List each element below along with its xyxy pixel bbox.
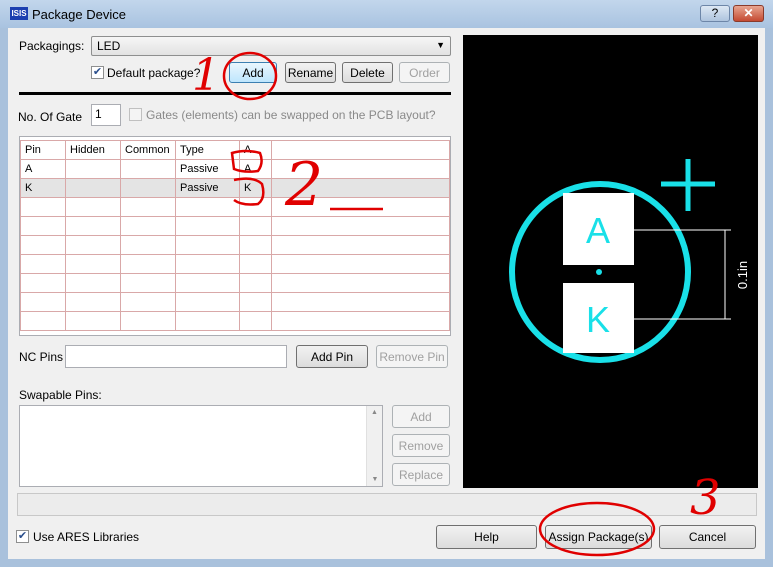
annotation-3: 3 (690, 470, 721, 526)
red-annotations (222, 51, 656, 557)
annotation-circle-assign (538, 501, 656, 557)
annotation-2: 2 (285, 150, 324, 220)
annotation-circle-add (222, 51, 278, 101)
annotation-circle-a (230, 149, 263, 173)
annotation-1: 1 (192, 50, 220, 101)
annotation-circle-k (233, 177, 265, 206)
